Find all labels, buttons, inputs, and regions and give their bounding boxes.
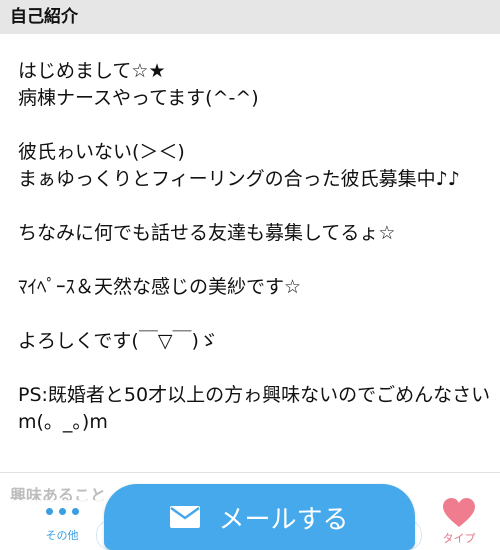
intro-paragraph: ﾏｲﾍﾟｰｽ＆天然な感じの美紗です☆ [18,276,302,298]
other-label: その他 [45,529,79,542]
type-label: タイプ [442,532,476,545]
more-dots-icon [22,500,102,515]
send-mail-button[interactable]: メールする [104,484,415,550]
intro-paragraph: よろしくです(￣▽￣)ゞ [18,330,218,352]
intro-paragraph: 彼氏ゎいない(＞＜) まぁゆっくりとフィーリングの合った彼氏募集中♪♪ [18,141,460,190]
intro-paragraph: PS:既婚者と50才以上の方ゎ興味ないのでごめんなさいm(。_。)m [18,384,491,433]
send-mail-label: メールする [218,504,349,535]
heart-icon [443,498,475,527]
section-divider [0,472,500,473]
other-button[interactable]: その他 [22,500,102,550]
section-title: 自己紹介 [10,7,78,27]
intro-paragraph: はじめまして☆★ 病棟ナースやってます(^-^) [18,60,259,109]
intro-paragraph: ちなみに何でも話せる友達も募集してるょ☆ [18,222,396,244]
self-intro-text: はじめまして☆★ 病棟ナースやってます(^-^) 彼氏ゎいない(＞＜) まぁゆっ… [18,58,496,463]
mail-icon [170,506,201,528]
section-header-self-intro: 自己紹介 [0,0,500,34]
type-like-button[interactable]: タイプ [428,496,490,550]
